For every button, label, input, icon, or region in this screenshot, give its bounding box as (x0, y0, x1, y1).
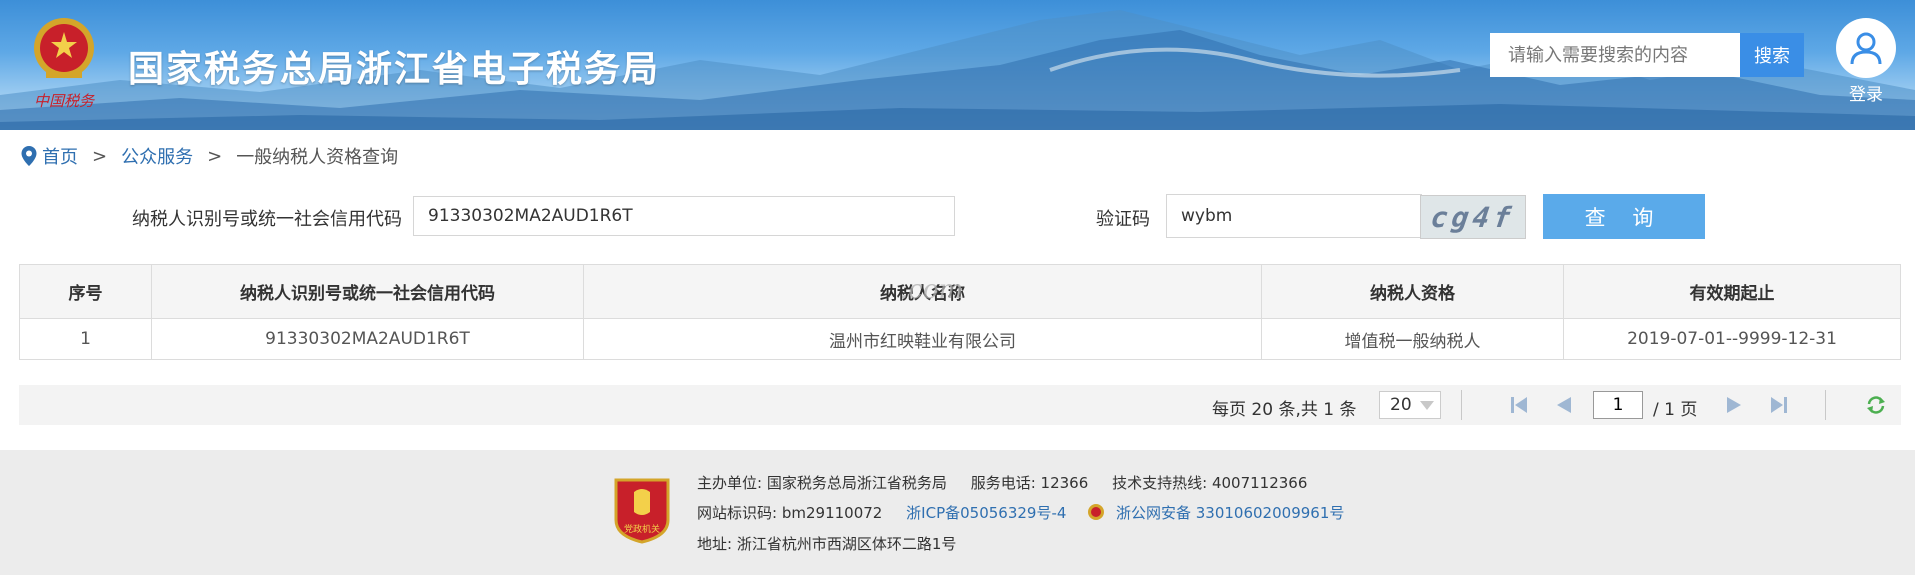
pagination-bar: 每页 20 条,共 1 条 20 / 1 页 (19, 385, 1901, 425)
footer-sponsor-line: 主办单位: 国家税务总局浙江省税务局 服务电话: 12366 技术支持热线: 4… (697, 472, 1307, 493)
cell-validity: 2019-07-01--9999-12-31 (1563, 318, 1901, 360)
chevron-down-icon (1420, 401, 1434, 410)
column-header-taxpayer-id: 纳税人识别号或统一社会信用代码 (151, 264, 584, 319)
captcha-image-text: cg4f (1428, 200, 1518, 234)
site-code: bm29110072 (781, 504, 883, 522)
column-header-taxpayer-name: 纳税人名称 (583, 264, 1262, 319)
address-label: 地址: (697, 535, 733, 553)
cell-qualification: 增值税一般纳税人 (1261, 318, 1564, 360)
search-button[interactable]: 搜索 (1740, 33, 1804, 77)
login-avatar-button[interactable] (1836, 18, 1896, 78)
pager-summary: 每页 20 条,共 1 条 (1212, 400, 1357, 420)
results-table: 序号 纳税人识别号或统一社会信用代码 纳税人名称 纳税人资格 有效期起止 1 9… (19, 264, 1901, 360)
party-government-badge-icon[interactable]: 党政机关 (612, 476, 672, 544)
captcha-image[interactable]: cg4f (1420, 195, 1526, 239)
refresh-icon[interactable] (1865, 395, 1887, 415)
next-page-icon[interactable] (1723, 395, 1745, 415)
breadcrumb-public-services[interactable]: 公众服务 (121, 143, 193, 169)
column-header-validity: 有效期起止 (1563, 264, 1901, 319)
site-header: 中国税务 国家税务总局浙江省电子税务局 搜索 登录 (0, 0, 1915, 130)
service-phone: 12366 (1040, 474, 1089, 492)
pager-divider (1461, 390, 1462, 420)
column-header-qualification: 纳税人资格 (1261, 264, 1564, 319)
tax-emblem-icon: 中国税务 (34, 18, 96, 110)
footer-record-line: 网站标识码: bm29110072 浙ICP备05056329号-4 浙公网安备… (697, 502, 1344, 523)
query-button[interactable]: 查 询 (1543, 194, 1705, 239)
first-page-icon[interactable] (1509, 395, 1531, 415)
footer-address-line: 地址: 浙江省杭州市西湖区体环二路1号 (697, 533, 956, 554)
taxpayer-id-label: 纳税人识别号或统一社会信用代码 (132, 209, 402, 230)
site-title: 国家税务总局浙江省电子税务局 (128, 49, 661, 90)
support-phone: 4007112366 (1211, 474, 1308, 492)
breadcrumb-home[interactable]: 首页 (42, 143, 78, 169)
column-header-index: 序号 (19, 264, 152, 319)
table-header-row: 序号 纳税人识别号或统一社会信用代码 纳税人名称 纳税人资格 有效期起止 (19, 264, 1901, 319)
current-page-input[interactable] (1593, 391, 1643, 419)
breadcrumb-separator: > (207, 145, 223, 167)
previous-page-icon[interactable] (1553, 395, 1575, 415)
site-footer: 党政机关 主办单位: 国家税务总局浙江省税务局 服务电话: 12366 技术支持… (0, 450, 1915, 575)
table-row: 1 91330302MA2AUD1R6T 温州市红映鞋业有限公司 增值税一般纳税… (19, 318, 1901, 360)
page-size-value: 20 (1390, 395, 1412, 415)
page-size-select[interactable]: 20 (1379, 391, 1441, 419)
site-code-label: 网站标识码: (697, 504, 778, 522)
address: 浙江省杭州市西湖区体环二路1号 (736, 535, 957, 553)
service-phone-label: 服务电话: (970, 474, 1036, 492)
breadcrumb: 首页 > 公众服务 > 一般纳税人资格查询 (20, 144, 398, 168)
pager-divider (1825, 390, 1826, 420)
cell-taxpayer-name: 温州市红映鞋业有限公司 (583, 318, 1262, 360)
breadcrumb-current: 一般纳税人资格查询 (236, 147, 399, 168)
breadcrumb-separator: > (92, 145, 108, 167)
captcha-input[interactable] (1166, 194, 1422, 238)
total-pages: / 1 页 (1653, 400, 1698, 420)
emblem-caption: 中国税务 (34, 92, 96, 110)
sponsor-label: 主办单位: (697, 474, 763, 492)
support-label: 技术支持热线: (1112, 474, 1208, 492)
sponsor-name: 国家税务总局浙江省税务局 (766, 474, 947, 492)
cell-index: 1 (19, 318, 152, 360)
captcha-label: 验证码 (1096, 209, 1150, 230)
police-badge-icon (1088, 504, 1105, 520)
user-icon (1850, 32, 1882, 65)
search-input[interactable] (1490, 33, 1740, 77)
police-record-link[interactable]: 浙公网安备 33010602009961号 (1116, 504, 1344, 522)
login-link[interactable]: 登录 (1836, 80, 1896, 105)
icp-link[interactable]: 浙ICP备05056329号-4 (906, 504, 1066, 522)
badge-caption: 党政机关 (624, 523, 660, 535)
cell-taxpayer-id: 91330302MA2AUD1R6T (151, 318, 584, 360)
location-pin-icon (21, 146, 37, 166)
last-page-icon[interactable] (1767, 395, 1789, 415)
taxpayer-id-input[interactable] (413, 196, 955, 236)
